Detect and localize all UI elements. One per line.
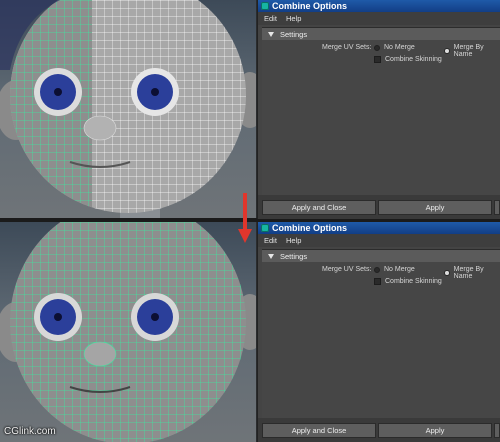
close-button-edge[interactable]: [494, 423, 500, 438]
settings-section-header[interactable]: Settings: [262, 28, 500, 40]
radio-no-merge[interactable]: No Merge: [374, 44, 415, 51]
settings-panel: Settings Merge UV Sets: No Merge Merge B…: [262, 27, 500, 195]
window-title: Combine Options: [272, 223, 347, 233]
merge-uv-sets-label: Merge UV Sets:: [322, 44, 372, 51]
maya-app-icon: [261, 224, 269, 232]
apply-button[interactable]: Apply: [378, 423, 492, 438]
combine-skinning-label: Combine Skinning: [385, 56, 442, 63]
button-bar: Apply and Close Apply: [258, 195, 500, 219]
combine-options-window-bottom: Combine Options Edit Help Settings Merge…: [257, 222, 500, 442]
radio-no-merge[interactable]: No Merge: [374, 266, 415, 273]
radio-merge-by-name-button[interactable]: [444, 270, 450, 276]
combine-skinning-option[interactable]: Combine Skinning: [374, 56, 442, 63]
menu-help[interactable]: Help: [286, 236, 301, 245]
combine-options-window-top: Combine Options Edit Help Settings Merge…: [257, 0, 500, 219]
menu-help[interactable]: Help: [286, 14, 301, 23]
menu-edit[interactable]: Edit: [264, 236, 277, 245]
close-button-edge[interactable]: [494, 200, 500, 215]
radio-merge-by-name-label: Merge By Name: [453, 266, 484, 280]
head-mesh-top: [0, 0, 256, 218]
maya-app-icon: [261, 2, 269, 10]
combine-skinning-option[interactable]: Combine Skinning: [374, 278, 442, 285]
apply-and-close-button[interactable]: Apply and Close: [262, 200, 376, 215]
collapse-triangle-icon[interactable]: [268, 31, 274, 37]
head-mesh-bottom: [0, 222, 256, 442]
radio-merge-by-name-label: Merge By Name: [453, 44, 484, 58]
settings-panel: Settings Merge UV Sets: No Merge Merge B…: [262, 249, 500, 418]
section-title: Settings: [280, 251, 308, 261]
radio-no-merge-button[interactable]: [374, 266, 380, 273]
settings-section-header[interactable]: Settings: [262, 250, 500, 262]
viewport-bottom[interactable]: [0, 222, 256, 442]
combine-skinning-checkbox[interactable]: [374, 56, 381, 63]
menu-edit[interactable]: Edit: [264, 14, 277, 23]
apply-button[interactable]: Apply: [378, 200, 492, 215]
radio-merge-by-name[interactable]: Merge By Name: [444, 266, 500, 280]
viewport-top[interactable]: [0, 0, 256, 218]
merge-uv-sets-label: Merge UV Sets:: [322, 266, 372, 273]
window-title: Combine Options: [272, 1, 347, 11]
window-titlebar[interactable]: Combine Options: [258, 0, 500, 12]
button-bar: Apply and Close Apply: [258, 418, 500, 442]
section-title: Settings: [280, 29, 308, 39]
radio-merge-by-name-button[interactable]: [444, 48, 450, 54]
watermark: CGlink.com: [4, 426, 56, 437]
arrow-down-icon: [238, 193, 252, 243]
radio-no-merge-label: No Merge: [384, 266, 415, 273]
menu-bar: Edit Help: [258, 234, 500, 247]
combine-skinning-label: Combine Skinning: [385, 278, 442, 285]
collapse-triangle-icon[interactable]: [268, 253, 274, 259]
radio-merge-by-name[interactable]: Merge By Name: [444, 44, 500, 58]
radio-no-merge-button[interactable]: [374, 44, 380, 51]
apply-and-close-button[interactable]: Apply and Close: [262, 423, 376, 438]
combine-skinning-checkbox[interactable]: [374, 278, 381, 285]
menu-bar: Edit Help: [258, 12, 500, 25]
window-titlebar[interactable]: Combine Options: [258, 222, 500, 234]
radio-no-merge-label: No Merge: [384, 44, 415, 51]
